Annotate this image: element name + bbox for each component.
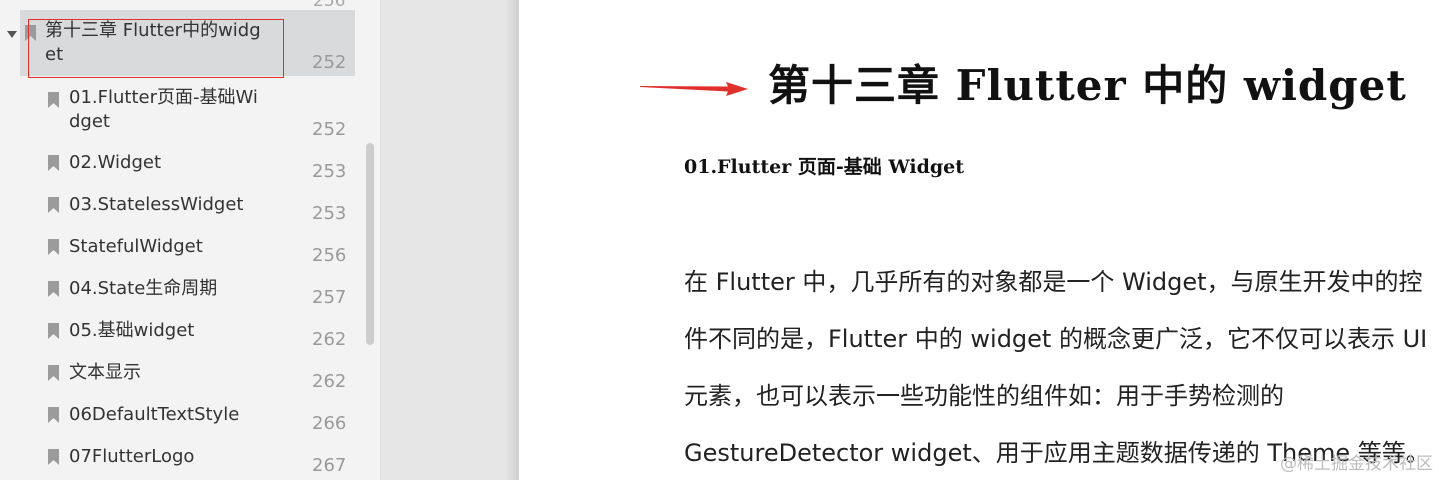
bookmark-page-number: 266	[312, 413, 347, 434]
bookmark-label: 06DefaultTextStyle	[69, 404, 240, 425]
bookmark-page-number: 252	[312, 52, 347, 73]
paragraph-line: 在 Flutter 中，几乎所有的对象都是一个 Widget，与原生开发中的控	[684, 268, 1423, 296]
page-shadow	[505, 0, 519, 480]
bookmark-item[interactable]: StatefulWidget 256	[40, 234, 355, 270]
bookmark-item[interactable]: 02.Widget 253	[40, 150, 355, 186]
bookmark-item[interactable]: 03.StatelessWidget 253	[40, 192, 355, 228]
bookmark-icon	[48, 365, 59, 381]
sidebar-scrollbar[interactable]	[366, 143, 374, 345]
bookmark-label: 02.Widget	[69, 152, 162, 173]
bookmark-label: 04.State生命周期	[69, 278, 218, 299]
bookmark-page-number: 262	[312, 371, 347, 392]
bookmark-item[interactable]: 05.基础widget 262	[40, 318, 355, 354]
bookmark-icon	[48, 92, 59, 108]
section-title: 01.Flutter 页面-基础 Widget	[684, 156, 964, 178]
bookmark-item[interactable]: 07FlutterLogo 267	[40, 444, 355, 480]
bookmark-label: 05.基础widget	[69, 320, 195, 341]
bookmark-icon	[48, 323, 59, 339]
bookmark-item[interactable]: 06DefaultTextStyle 266	[40, 402, 355, 438]
bookmark-page-number: 253	[312, 203, 347, 224]
bookmark-label: StatefulWidget	[69, 236, 203, 257]
bookmark-label: 01.Flutter页面-基础Wi dget	[69, 87, 258, 132]
red-arrow-icon	[640, 82, 748, 96]
paragraph-line: 元素，也可以表示一些功能性的组件如：用于手势检测的	[684, 382, 1284, 410]
bookmark-icon	[48, 449, 59, 465]
bookmark-icon	[48, 407, 59, 423]
bookmark-label: 03.StatelessWidget	[69, 194, 244, 215]
bookmark-page-number: 267	[312, 455, 347, 476]
highlight-box	[28, 19, 284, 78]
bookmark-page-number: 252	[312, 119, 347, 140]
paragraph-line: 件不同的是，Flutter 中的 widget 的概念更广泛，它不仅可以表示 U…	[684, 325, 1428, 353]
bookmark-page-number: 262	[312, 329, 347, 350]
bookmark-icon	[48, 155, 59, 171]
bookmark-icon	[48, 197, 59, 213]
bookmark-icon	[48, 239, 59, 255]
bookmark-page-number: 256	[312, 245, 347, 266]
bookmark-label: 07FlutterLogo	[69, 446, 195, 467]
bookmark-page-number: 253	[312, 161, 347, 182]
page-gutter	[381, 0, 517, 480]
bookmark-icon	[48, 281, 59, 297]
watermark: @稀土掘金技术社区	[1280, 454, 1433, 474]
chapter-title: 第十三章 Flutter 中的 widget	[768, 61, 1407, 110]
bookmark-label: 文本显示	[69, 362, 141, 383]
bookmark-item[interactable]: 文本显示 262	[40, 360, 355, 396]
collapse-arrow-icon[interactable]	[7, 31, 17, 38]
bookmark-item[interactable]: 04.State生命周期 257	[40, 276, 355, 312]
bookmark-page-number: 257	[312, 287, 347, 308]
bookmarks-panel: 256 第十三章 Flutter中的widg et 252 01.Flutter…	[0, 0, 381, 480]
